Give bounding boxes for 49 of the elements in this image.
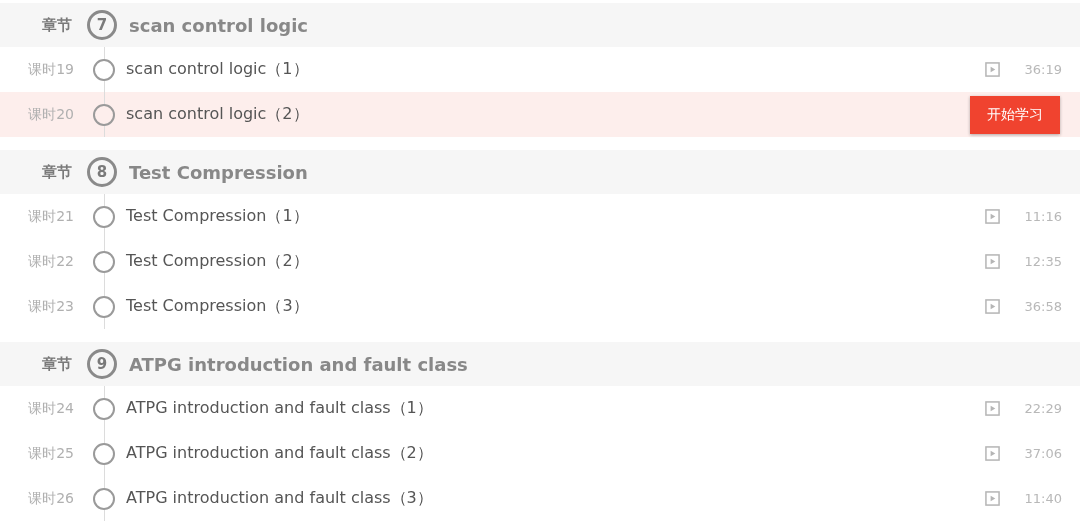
lesson-label: 课时19: [27, 60, 74, 79]
lesson-label: 课时23: [27, 297, 74, 316]
video-icon: [985, 446, 1000, 461]
duration: 22:29: [1023, 401, 1062, 416]
chapter-title: Test Compression: [129, 161, 308, 183]
duration: 36:19: [1023, 62, 1062, 77]
circle-icon: [93, 295, 115, 318]
circle-icon: [93, 205, 115, 228]
video-icon: [985, 491, 1000, 506]
lesson-title: ATPG introduction and fault class（2）: [126, 443, 433, 464]
start-button[interactable]: 开始学习: [970, 95, 1060, 134]
chapter-number: 9: [87, 349, 117, 379]
video-icon: [985, 62, 1000, 77]
lesson-label: 课时25: [27, 444, 74, 463]
lesson-title: ATPG introduction and fault class（3）: [126, 488, 433, 509]
lesson-title: scan control logic（1）: [126, 59, 309, 80]
chapter-number: 7: [87, 10, 117, 40]
circle-icon: [93, 397, 115, 420]
chapter-label: 章节: [41, 15, 72, 35]
duration: 12:35: [1023, 254, 1062, 269]
duration: 36:58: [1023, 299, 1062, 314]
video-icon: [985, 299, 1000, 314]
circle-icon: [93, 58, 115, 81]
lesson-title: ATPG introduction and fault class（1）: [126, 398, 433, 419]
lesson-title: scan control logic（2）: [126, 104, 309, 125]
chapter-number: 8: [87, 157, 117, 187]
chapter-label: 章节: [41, 354, 72, 374]
lesson-label: 课时21: [27, 207, 74, 226]
video-icon: [985, 401, 1000, 416]
lesson-title: Test Compression（1）: [126, 206, 309, 227]
lesson-title: Test Compression（3）: [126, 296, 309, 317]
lesson-label: 课时20: [27, 105, 74, 124]
lesson-row[interactable]: 课时20 scan control logic（2） 开始学习: [0, 92, 1080, 137]
circle-icon: [93, 487, 115, 510]
duration: 11:40: [1023, 491, 1062, 506]
chapter-title: scan control logic: [129, 14, 308, 36]
circle-icon: [93, 103, 115, 126]
chapter-title: ATPG introduction and fault class: [129, 353, 468, 375]
video-icon: [985, 254, 1000, 269]
circle-icon: [93, 442, 115, 465]
lesson-title: Test Compression（2）: [126, 251, 309, 272]
video-icon: [985, 209, 1000, 224]
circle-icon: [93, 250, 115, 273]
duration: 11:16: [1023, 209, 1062, 224]
lesson-label: 课时22: [27, 252, 74, 271]
lesson-label: 课时26: [27, 489, 74, 508]
chapter-label: 章节: [41, 162, 72, 182]
duration: 37:06: [1023, 446, 1062, 461]
lesson-label: 课时24: [27, 399, 74, 418]
